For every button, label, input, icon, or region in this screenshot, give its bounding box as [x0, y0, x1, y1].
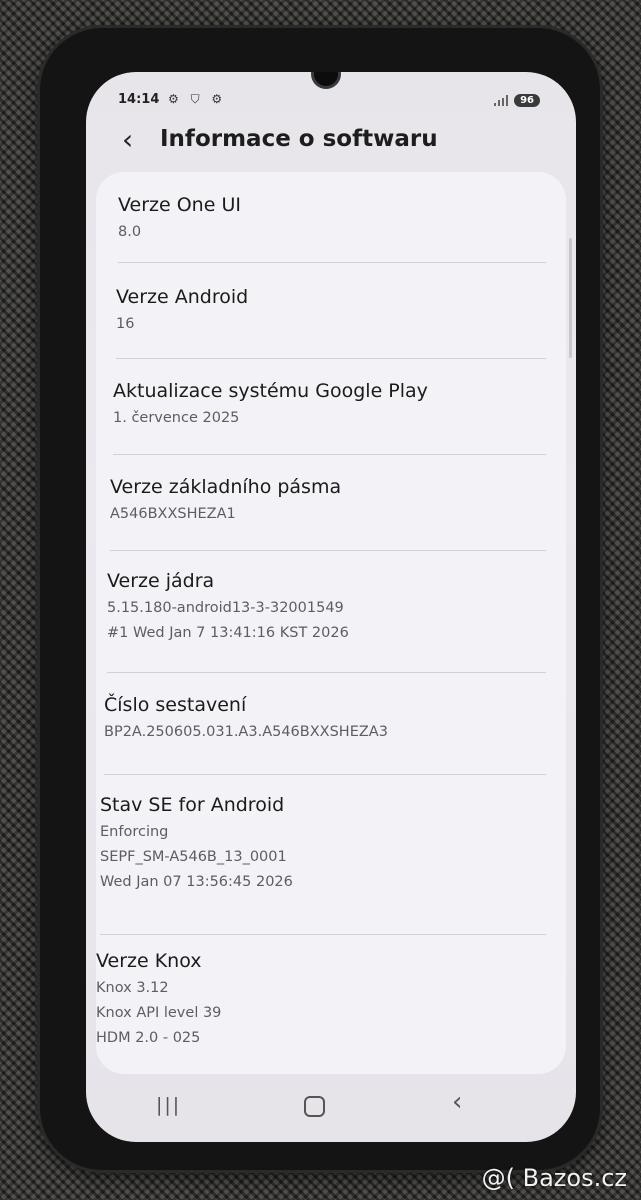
list-item-baseband-version[interactable]: Verze základního pásma A546BXXSHEZA1 [110, 476, 566, 524]
back-arrow-icon[interactable]: ‹ [122, 126, 133, 154]
screen: 14:14 ⚙ ⛉ ⚙ 96 ‹ Informace o softwaru Ve… [86, 72, 576, 1142]
item-title: Verze jádra [107, 570, 215, 592]
battery-icon: 96 [514, 94, 540, 107]
item-value: Knox API level 39 [96, 1005, 222, 1021]
list-item-android-version[interactable]: Verze Android 16 [116, 286, 566, 334]
scrollbar[interactable] [569, 238, 572, 358]
item-title: Verze Knox [96, 950, 202, 972]
item-value: Enforcing [100, 824, 169, 840]
list-item-one-ui-version[interactable]: Verze One UI 8.0 [118, 194, 566, 242]
item-value: BP2A.250605.031.A3.A546BXXSHEZA3 [104, 724, 388, 740]
home-icon[interactable] [304, 1096, 325, 1117]
list-item-se-android-status[interactable]: Stav SE for Android Enforcing SEPF_SM-A5… [100, 794, 566, 892]
item-title: Verze základního pásma [110, 476, 342, 498]
item-value: 8.0 [118, 224, 142, 240]
divider [118, 262, 546, 263]
list-item-google-play-update[interactable]: Aktualizace systému Google Play 1. červe… [113, 380, 566, 428]
status-notification-icons: ⚙ ⛉ ⚙ [168, 92, 227, 106]
item-title: Aktualizace systému Google Play [113, 380, 428, 402]
item-value: 5.15.180-android13-3-32001549 [107, 600, 344, 616]
item-value: #1 Wed Jan 7 13:41:16 KST 2026 [107, 625, 349, 641]
item-value: Wed Jan 07 13:56:45 2026 [100, 874, 293, 890]
item-value: HDM 2.0 - 025 [96, 1030, 201, 1046]
page-title: Informace o softwaru [160, 126, 438, 152]
item-title: Číslo sestavení [104, 694, 247, 716]
item-title: Verze Android [116, 286, 249, 308]
list-item-kernel-version[interactable]: Verze jádra 5.15.180-android13-3-3200154… [107, 570, 566, 643]
item-value: 1. července 2025 [113, 410, 240, 426]
front-camera [314, 72, 338, 86]
status-right: 96 [494, 94, 540, 107]
app-bar: ‹ Informace o softwaru [86, 120, 576, 160]
divider [100, 934, 546, 935]
status-time: 14:14 [118, 92, 160, 107]
nav-back-icon[interactable]: ‹ [452, 1088, 462, 1116]
item-value: SEPF_SM-A546B_13_0001 [100, 849, 287, 865]
item-value: A546BXXSHEZA1 [110, 506, 236, 522]
navigation-bar: ||| ‹ [86, 1086, 576, 1126]
item-value: 16 [116, 316, 135, 332]
list-item-knox-version[interactable]: Verze Knox Knox 3.12 Knox API level 39 H… [96, 950, 566, 1048]
list-item-build-number[interactable]: Číslo sestavení BP2A.250605.031.A3.A546B… [104, 694, 566, 742]
status-bar: 14:14 ⚙ ⛉ ⚙ 96 [86, 92, 576, 114]
signal-icon [494, 95, 509, 106]
item-title: Verze One UI [118, 194, 241, 216]
item-title: Stav SE for Android [100, 794, 285, 816]
recents-icon[interactable]: ||| [156, 1094, 181, 1116]
watermark: @( Bazos.cz [481, 1164, 627, 1192]
divider [113, 454, 546, 455]
software-info-list: Verze One UI 8.0 Verze Android 16 Aktual… [96, 172, 566, 1074]
divider [107, 672, 546, 673]
divider [104, 774, 546, 775]
item-value: Knox 3.12 [96, 980, 169, 996]
divider [116, 358, 546, 359]
divider [110, 550, 546, 551]
